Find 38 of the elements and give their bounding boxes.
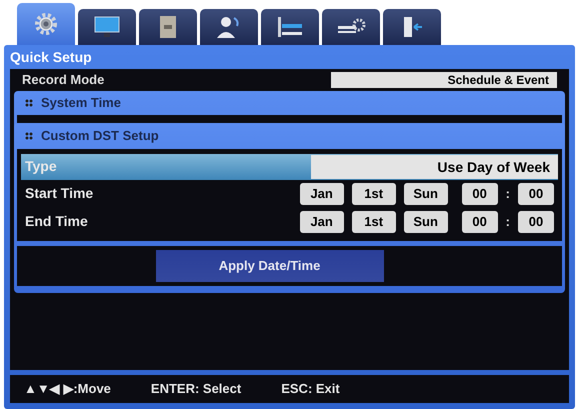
row-label: Record Mode (22, 71, 106, 90)
menu-tab[interactable] (200, 9, 258, 45)
month-field[interactable]: Jan (300, 211, 344, 233)
menu-tab[interactable] (139, 9, 197, 45)
hour-field[interactable]: 00 (462, 183, 498, 205)
key-hint: ESC: Exit (281, 380, 340, 398)
apply-button[interactable]: Apply Date/Time (156, 250, 384, 282)
minute-field[interactable]: 00 (518, 183, 554, 205)
setting-row[interactable]: End Time Jan 1st Sun 00 : 00 (21, 208, 558, 236)
week-field[interactable]: 1st (352, 183, 396, 205)
window-title: Custom DST Setup (41, 127, 159, 146)
menu-tab[interactable] (78, 9, 136, 45)
setting-row[interactable]: Start Time Jan 1st Sun 00 : 00 (21, 180, 558, 208)
day-field[interactable]: Sun (404, 211, 448, 233)
type-value-field[interactable]: Use Day of Week (311, 155, 558, 179)
hour-field[interactable]: 00 (462, 211, 498, 233)
row-label: Type (24, 158, 57, 174)
grip-icon (25, 99, 33, 107)
menu-tab[interactable] (322, 9, 380, 45)
record-mode-field[interactable]: Schedule & Event (331, 72, 557, 88)
day-field[interactable]: Sun (404, 183, 448, 205)
key-hint: ▲▼◀ ▶:Move (24, 380, 111, 398)
monitor-icon (92, 14, 122, 40)
month-field[interactable]: Jan (300, 183, 344, 205)
time-separator: : (506, 213, 510, 232)
minute-field[interactable]: 00 (518, 211, 554, 233)
grip-icon (25, 132, 33, 140)
menu-tab[interactable] (261, 9, 319, 45)
panel-title: Quick Setup (10, 48, 92, 67)
menu-tab[interactable] (383, 9, 441, 45)
week-field[interactable]: 1st (352, 211, 396, 233)
window-title: System Time (41, 94, 121, 112)
key-hint: ENTER: Select (150, 380, 242, 398)
row-label: Start Time (24, 185, 94, 201)
network-icon (275, 14, 305, 40)
row-label: End Time (24, 213, 88, 229)
setting-row[interactable]: Type Use Day of Week (21, 154, 558, 180)
time-separator: : (506, 185, 510, 204)
